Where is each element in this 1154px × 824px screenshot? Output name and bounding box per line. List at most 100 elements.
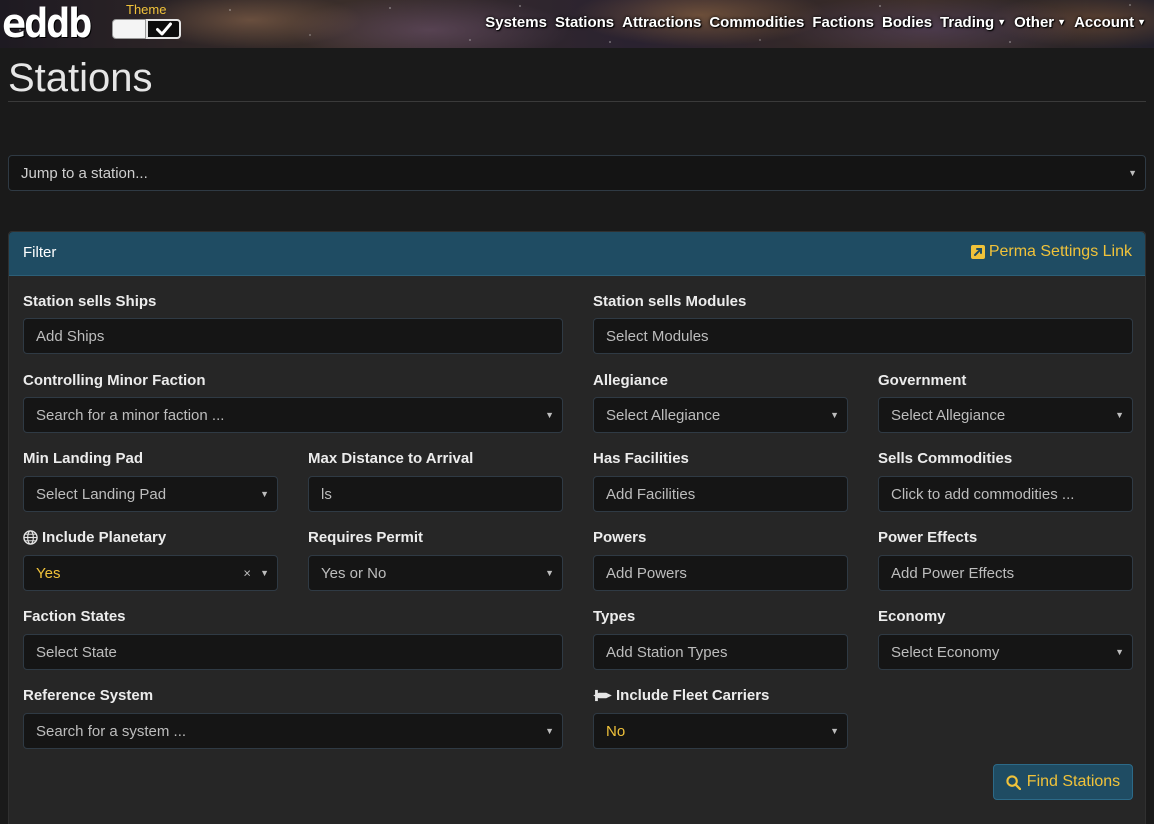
filter-title: Filter [23, 244, 57, 261]
faction-label: Controlling Minor Faction [23, 372, 206, 389]
nav-label: Bodies [882, 14, 933, 31]
jump-to-station-select[interactable]: Jump to a station... ▼ [8, 155, 1146, 191]
theme-dark-option[interactable] [146, 19, 181, 39]
economy-label: Economy [878, 608, 946, 625]
nav-trading-dropdown[interactable]: Trading ▼ [940, 14, 1006, 31]
allegiance-label: Allegiance [593, 372, 669, 389]
power-effects-label: Power Effects [878, 529, 978, 546]
types-label: Types [593, 608, 636, 625]
nav-links: Systems Stations Attractions Commodities… [485, 14, 1146, 31]
allegiance-placeholder: Select Allegiance [606, 407, 721, 424]
powers-input[interactable]: Add Powers [593, 555, 848, 591]
ships-input[interactable]: Add Ships [23, 318, 563, 354]
theme-light-option[interactable] [112, 19, 146, 39]
permit-placeholder: Yes or No [321, 565, 387, 582]
modules-placeholder: Select Modules [606, 328, 709, 345]
government-placeholder: Select Allegiance [891, 407, 1006, 424]
nav-label: Systems [485, 14, 547, 31]
allegiance-select[interactable]: Select Allegiance ▼ [593, 397, 848, 433]
facilities-label: Has Facilities [593, 450, 689, 467]
modules-input[interactable]: Select Modules [593, 318, 1133, 354]
nav-label: Commodities [709, 14, 805, 31]
economy-select[interactable]: Select Economy ▼ [878, 634, 1133, 670]
nav-label: Account [1074, 14, 1135, 31]
government-select[interactable]: Select Allegiance ▼ [878, 397, 1133, 433]
landing-pad-label: Min Landing Pad [23, 450, 143, 467]
caret-down-icon: ▼ [1057, 17, 1067, 27]
caret-down-icon: ▼ [260, 568, 269, 578]
perma-settings-link[interactable]: Perma Settings Link [970, 243, 1132, 261]
planetary-label: Include Planetary [42, 529, 167, 546]
caret-down-icon: ▼ [545, 568, 554, 578]
permit-label: Requires Permit [308, 529, 424, 546]
max-distance-label: Max Distance to Arrival [308, 450, 474, 467]
nav-label: Other [1014, 14, 1055, 31]
commodities-placeholder: Click to add commodities ... [891, 486, 1075, 503]
types-placeholder: Add Station Types [606, 644, 728, 661]
filter-card: Filter Perma Settings Link Station sells… [8, 231, 1146, 824]
fleet-carriers-label-wrap: Include Fleet Carriers [593, 687, 769, 704]
nav-factions[interactable]: Factions [812, 14, 874, 31]
find-stations-button[interactable]: Find Stations [993, 764, 1133, 800]
jump-placeholder: Jump to a station... [21, 165, 148, 182]
nav-account-dropdown[interactable]: Account ▼ [1074, 14, 1146, 31]
landing-pad-select[interactable]: Select Landing Pad ▼ [23, 476, 278, 512]
clear-icon[interactable]: × [243, 566, 251, 581]
faction-states-placeholder: Select State [36, 644, 117, 661]
nav-systems[interactable]: Systems [485, 14, 547, 31]
nav-stations[interactable]: Stations [555, 14, 614, 31]
nav-label: Stations [554, 14, 615, 31]
powers-label: Powers [593, 529, 647, 546]
power-effects-placeholder: Add Power Effects [891, 565, 1015, 582]
max-distance-input[interactable]: ls [308, 476, 563, 512]
reference-system-select[interactable]: Search for a system ... ▼ [23, 713, 563, 749]
facilities-input[interactable]: Add Facilities [593, 476, 848, 512]
page-title: Stations [8, 56, 153, 100]
nav-label: Attractions [622, 14, 702, 31]
fleet-carrier-icon [593, 689, 612, 702]
ships-label: Station sells Ships [23, 293, 157, 310]
site-logo[interactable]: eddb [2, 4, 92, 44]
permit-select[interactable]: Yes or No ▼ [308, 555, 563, 591]
caret-down-icon: ▼ [260, 489, 269, 499]
faction-states-input[interactable]: Select State [23, 634, 563, 670]
fleet-carriers-label: Include Fleet Carriers [616, 687, 770, 704]
perma-link-label: Perma Settings Link [988, 243, 1132, 260]
caret-down-icon: ▼ [1128, 168, 1137, 178]
fleet-carriers-value: No [606, 723, 626, 740]
reference-system-placeholder: Search for a system ... [36, 723, 187, 740]
facilities-placeholder: Add Facilities [606, 486, 696, 503]
title-divider [8, 101, 1146, 102]
planetary-label-wrap: Include Planetary [23, 529, 166, 546]
caret-down-icon: ▼ [830, 410, 839, 420]
fleet-carriers-select[interactable]: No ▼ [593, 713, 848, 749]
planetary-select[interactable]: Yes × ▼ [23, 555, 278, 591]
power-effects-input[interactable]: Add Power Effects [878, 555, 1133, 591]
faction-placeholder: Search for a minor faction ... [36, 407, 225, 424]
max-distance-placeholder: ls [321, 486, 332, 503]
caret-down-icon: ▼ [545, 410, 554, 420]
check-icon [155, 22, 172, 36]
nav-attractions[interactable]: Attractions [622, 14, 701, 31]
landing-pad-placeholder: Select Landing Pad [36, 486, 167, 503]
government-label: Government [878, 372, 967, 389]
nav-label: Trading [940, 14, 995, 31]
economy-placeholder: Select Economy [891, 644, 1000, 661]
filter-header: Filter Perma Settings Link [9, 232, 1145, 276]
powers-placeholder: Add Powers [606, 565, 687, 582]
reference-system-label: Reference System [23, 687, 154, 704]
external-link-icon [970, 245, 985, 259]
caret-down-icon: ▼ [545, 726, 554, 736]
commodities-input[interactable]: Click to add commodities ... [878, 476, 1133, 512]
caret-down-icon: ▼ [1115, 647, 1124, 657]
caret-down-icon: ▼ [1115, 410, 1124, 420]
nav-other-dropdown[interactable]: Other ▼ [1014, 14, 1066, 31]
nav-commodities[interactable]: Commodities [709, 14, 804, 31]
commodities-label: Sells Commodities [878, 450, 1013, 467]
theme-toggle[interactable] [112, 19, 181, 39]
faction-select[interactable]: Search for a minor faction ... ▼ [23, 397, 563, 433]
nav-bodies[interactable]: Bodies [882, 14, 932, 31]
theme-label: Theme [126, 2, 167, 17]
navbar: eddb Theme Systems Stations Attractions … [0, 0, 1154, 48]
types-input[interactable]: Add Station Types [593, 634, 848, 670]
